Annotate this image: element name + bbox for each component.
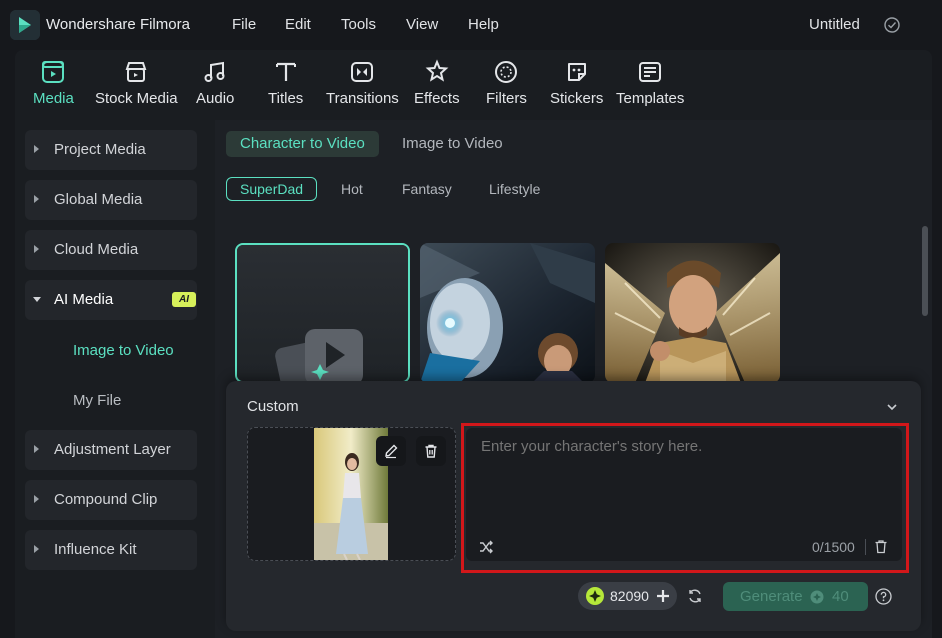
sidebar-item-label: Project Media bbox=[54, 141, 146, 158]
stickers-icon bbox=[567, 63, 586, 81]
templates-icon bbox=[639, 62, 662, 82]
tool-label: Filters bbox=[486, 90, 527, 107]
sidebar-item-label: Adjustment Layer bbox=[54, 441, 171, 458]
tool-label: Transitions bbox=[326, 90, 399, 107]
winged-hero-image bbox=[605, 243, 780, 383]
tool-label: Templates bbox=[616, 90, 685, 107]
edit-image-button[interactable] bbox=[376, 436, 406, 466]
sidebar-item-ai-media[interactable]: AI Media AI bbox=[25, 280, 197, 320]
tool-filters[interactable]: Filters bbox=[486, 58, 527, 107]
transitions-icon bbox=[351, 62, 374, 82]
caret-right-icon bbox=[34, 495, 39, 503]
title-bar: Wondershare Filmora File Edit Tools View… bbox=[0, 0, 942, 50]
credit-coin-icon bbox=[586, 587, 604, 605]
tool-titles[interactable]: Titles bbox=[268, 58, 303, 107]
menu-file[interactable]: File bbox=[232, 16, 256, 33]
category-lifestyle[interactable]: Lifestyle bbox=[476, 178, 553, 202]
tab-character-to-video[interactable]: Character to Video bbox=[226, 131, 379, 157]
robot-hero-image bbox=[420, 243, 595, 383]
sidebar-item-label: Global Media bbox=[54, 191, 143, 208]
story-input[interactable] bbox=[481, 438, 891, 455]
tool-media[interactable]: Media bbox=[33, 58, 74, 107]
tool-label: Media bbox=[33, 90, 74, 107]
category-hot[interactable]: Hot bbox=[328, 178, 376, 202]
template-custom-card[interactable] bbox=[235, 243, 410, 383]
chevron-down-icon[interactable] bbox=[885, 401, 899, 413]
custom-panel-title: Custom bbox=[247, 398, 299, 415]
tool-label: Effects bbox=[414, 90, 460, 107]
caret-down-icon bbox=[33, 297, 41, 302]
stock-media-icon bbox=[125, 62, 147, 82]
template-robot-thumbnail[interactable] bbox=[420, 243, 595, 383]
pencil-icon bbox=[385, 444, 398, 459]
tool-label: Audio bbox=[196, 90, 235, 107]
character-counter: 0/1500 bbox=[812, 539, 855, 555]
tool-stock-media[interactable]: Stock Media bbox=[95, 58, 178, 107]
category-fantasy[interactable]: Fantasy bbox=[389, 178, 465, 202]
filmora-logo-icon bbox=[10, 10, 40, 40]
tool-effects[interactable]: Effects bbox=[414, 58, 460, 107]
sidebar-item-project-media[interactable]: Project Media bbox=[25, 130, 197, 170]
sidebar-item-label: Cloud Media bbox=[54, 241, 139, 258]
tab-image-to-video[interactable]: Image to Video bbox=[388, 131, 517, 157]
credits-pill[interactable]: 82090 bbox=[578, 582, 677, 610]
caret-right-icon bbox=[34, 545, 39, 553]
saved-check-icon[interactable] bbox=[883, 16, 901, 34]
caret-right-icon bbox=[34, 145, 39, 153]
help-icon[interactable] bbox=[875, 588, 892, 605]
refresh-icon[interactable] bbox=[687, 588, 703, 604]
generate-button[interactable]: Generate 40 bbox=[723, 582, 868, 611]
menu-view[interactable]: View bbox=[406, 16, 438, 33]
media-icon bbox=[42, 61, 65, 83]
tool-audio[interactable]: Audio bbox=[196, 58, 234, 107]
media-sidebar: Project Media Global Media Cloud Media A… bbox=[15, 120, 215, 638]
titles-icon bbox=[275, 62, 296, 81]
generate-cost: 40 bbox=[832, 588, 849, 605]
caret-right-icon bbox=[34, 195, 39, 203]
app-name: Wondershare Filmora bbox=[46, 16, 190, 33]
credits-balance: 82090 bbox=[610, 588, 649, 604]
sidebar-item-label: Compound Clip bbox=[54, 491, 158, 508]
trash-icon bbox=[425, 444, 437, 458]
caret-right-icon bbox=[34, 245, 39, 253]
tool-label: Titles bbox=[268, 90, 304, 107]
image-to-video-placeholder-icon bbox=[237, 245, 408, 381]
tool-label: Stickers bbox=[550, 90, 604, 107]
ai-badge: AI bbox=[172, 292, 196, 307]
menu-edit[interactable]: Edit bbox=[285, 16, 311, 33]
shuffle-icon[interactable] bbox=[478, 539, 494, 555]
add-credits-plus-icon bbox=[657, 590, 669, 602]
sidebar-item-label: AI Media bbox=[54, 291, 114, 308]
sidebar-subitem-image-to-video[interactable]: Image to Video bbox=[73, 342, 174, 359]
effects-icon bbox=[425, 59, 449, 82]
counter-divider bbox=[865, 539, 866, 555]
sidebar-item-label: Influence Kit bbox=[54, 541, 137, 558]
sidebar-item-adjustment-layer[interactable]: Adjustment Layer bbox=[25, 430, 197, 470]
sidebar-item-cloud-media[interactable]: Cloud Media bbox=[25, 230, 197, 270]
caret-right-icon bbox=[34, 445, 39, 453]
delete-image-button[interactable] bbox=[416, 436, 446, 466]
menu-tools[interactable]: Tools bbox=[341, 16, 376, 33]
content-scrollbar[interactable] bbox=[922, 226, 928, 316]
sidebar-item-compound-clip[interactable]: Compound Clip bbox=[25, 480, 197, 520]
sidebar-item-global-media[interactable]: Global Media bbox=[25, 180, 197, 220]
media-toolbar: Media Stock Media Audio Titles Transitio… bbox=[15, 50, 932, 120]
category-superdad[interactable]: SuperDad bbox=[226, 177, 318, 201]
tool-templates[interactable]: Templates bbox=[616, 58, 684, 107]
tool-stickers[interactable]: Stickers bbox=[550, 58, 603, 107]
filters-icon bbox=[495, 61, 518, 83]
template-angel-thumbnail[interactable] bbox=[605, 243, 780, 383]
generate-label: Generate bbox=[740, 588, 803, 605]
clear-text-trash-icon[interactable] bbox=[874, 539, 888, 554]
sidebar-subitem-my-file[interactable]: My File bbox=[73, 392, 121, 409]
document-title: Untitled bbox=[809, 16, 860, 33]
sidebar-item-influence-kit[interactable]: Influence Kit bbox=[25, 530, 197, 570]
tool-transitions[interactable]: Transitions bbox=[326, 58, 399, 107]
credit-coin-icon bbox=[810, 590, 824, 604]
tool-label: Stock Media bbox=[95, 90, 178, 107]
menu-help[interactable]: Help bbox=[468, 16, 499, 33]
audio-icon bbox=[204, 61, 225, 82]
